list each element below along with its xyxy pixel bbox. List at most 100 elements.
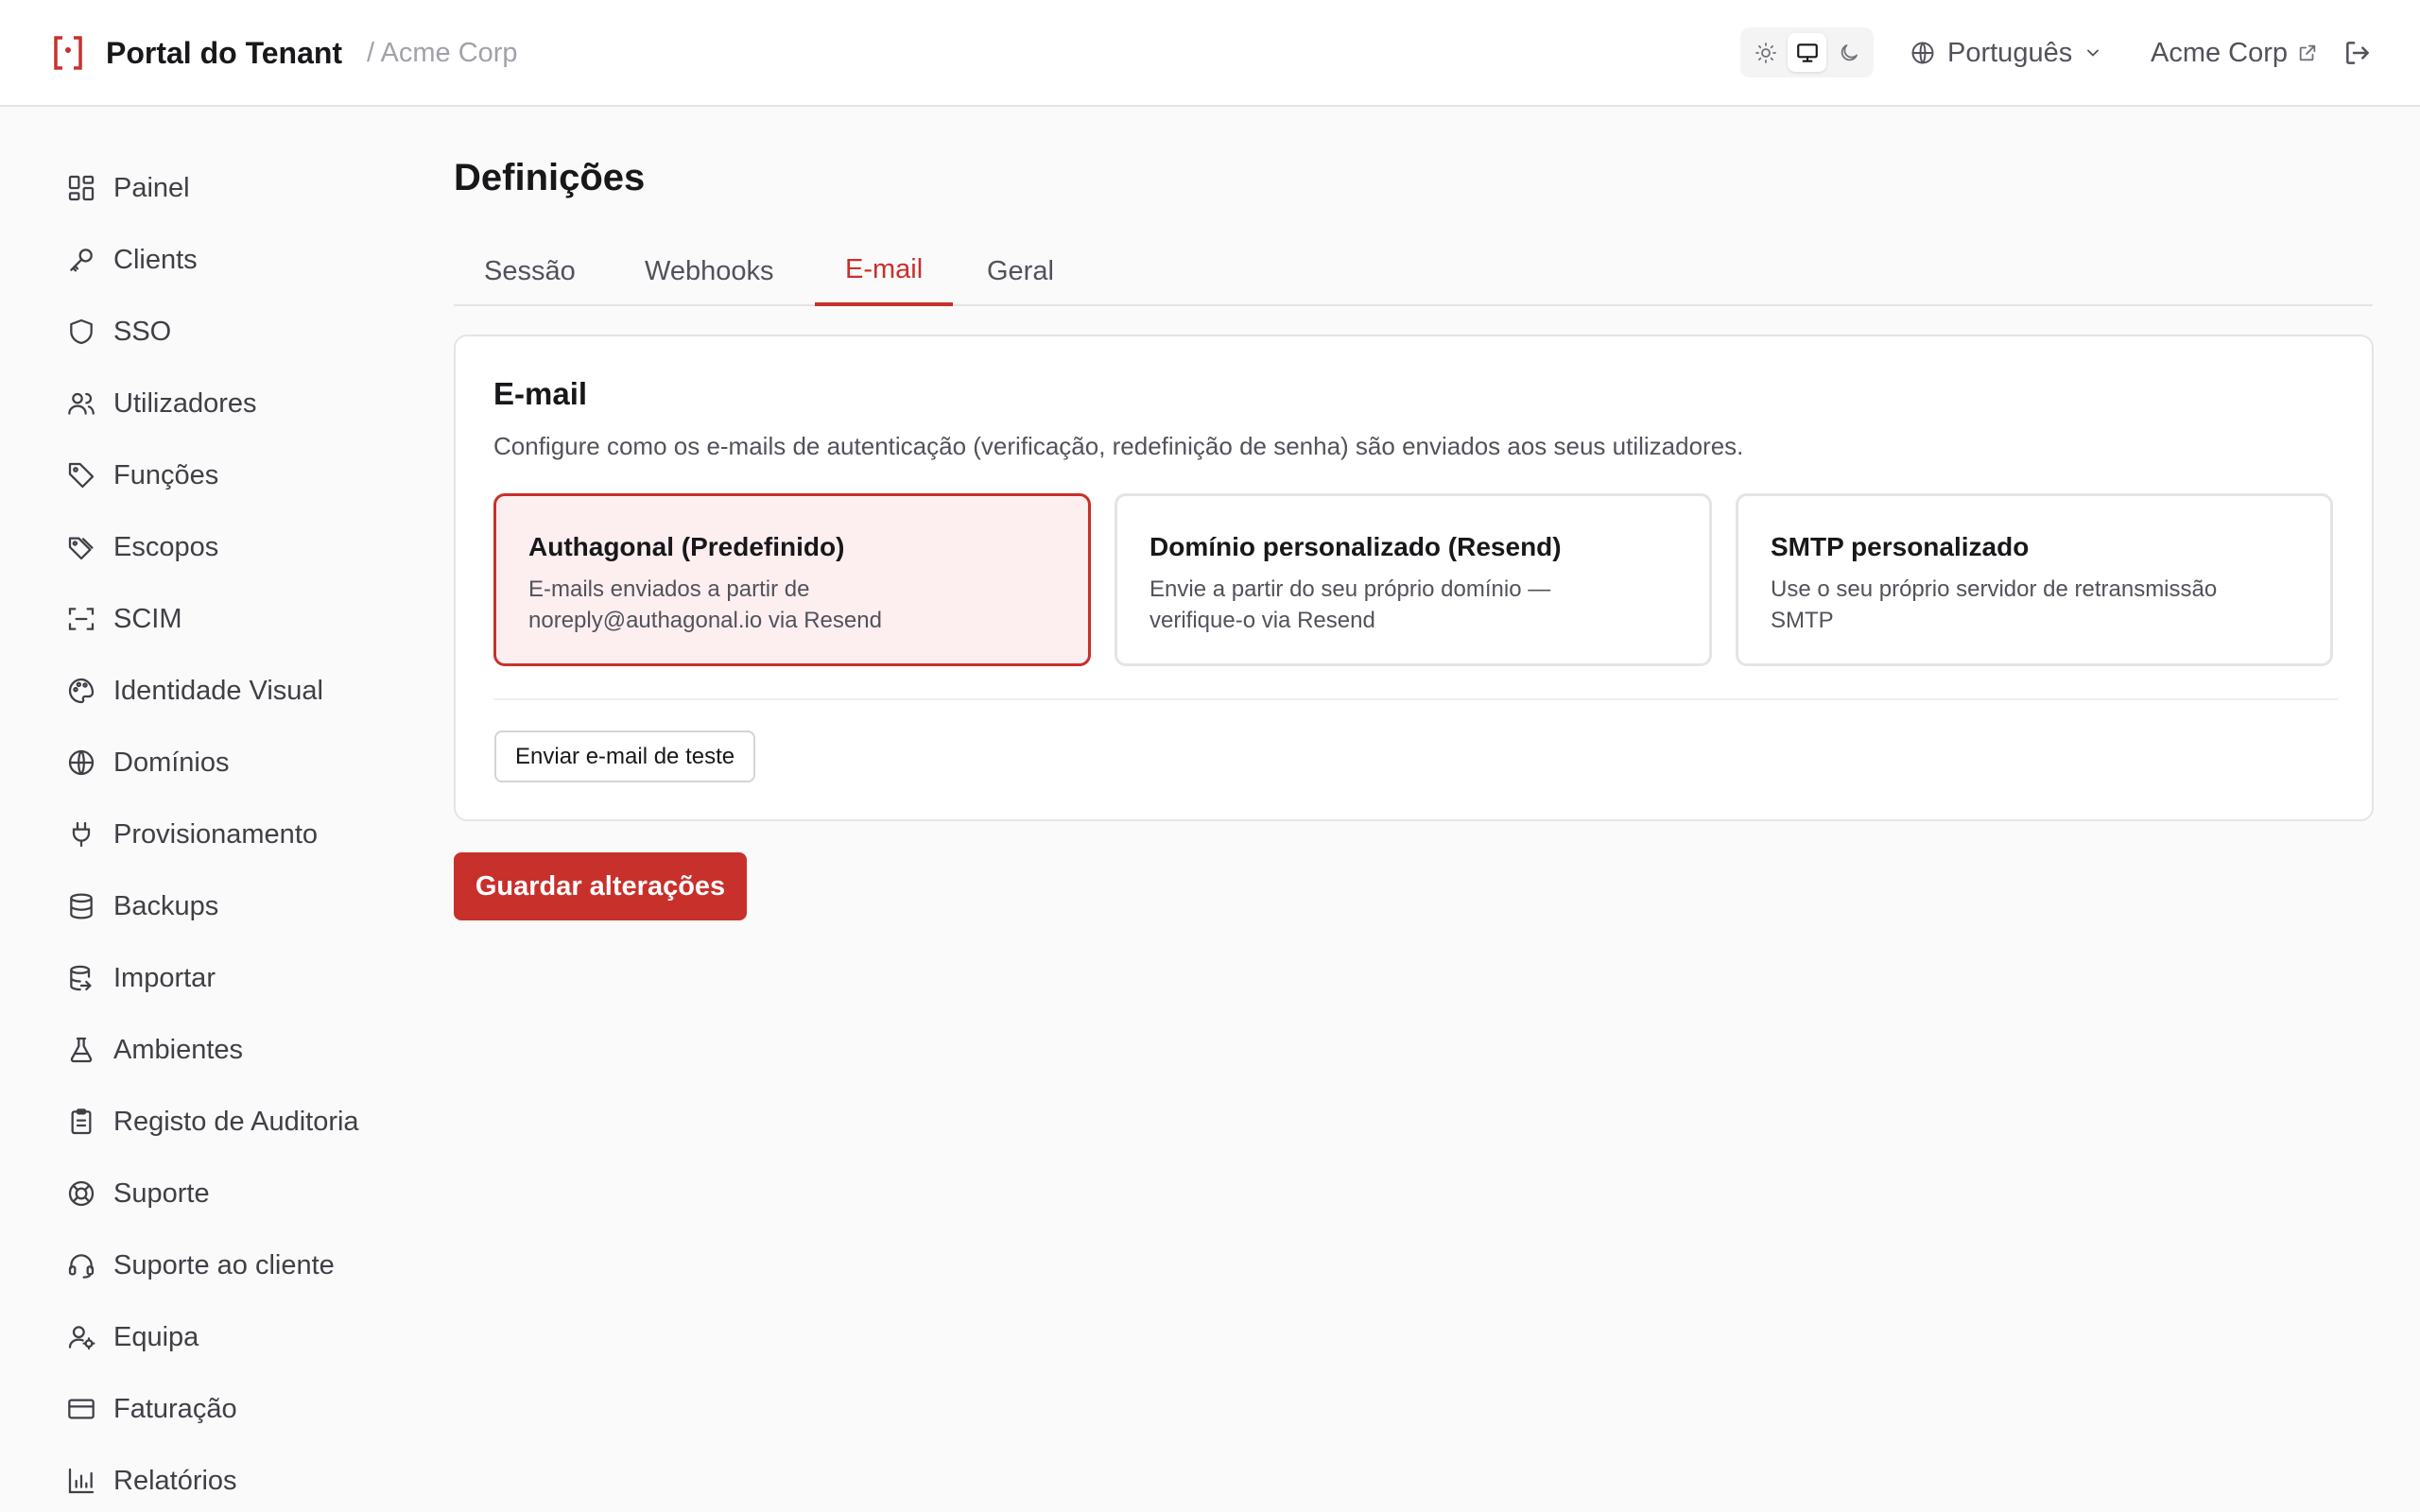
option-description: Use o seu próprio servidor de retransmis… — [1771, 574, 2298, 636]
option-description-line: noreply@authagonal.io via Resend — [528, 608, 882, 633]
sidebar-item-identidade-visual[interactable]: Identidade Visual — [66, 664, 406, 717]
sidebar-item-label: Suporte — [113, 1177, 210, 1209]
chevron-down-icon — [2087, 49, 2100, 57]
settings-tabs: Sessão Webhooks E-mail Geral — [454, 236, 2373, 306]
monitor-icon — [1796, 43, 1818, 62]
sidebar-item-dominios[interactable]: Domínios — [66, 736, 406, 789]
sidebar-item-scim[interactable]: SCIM — [66, 593, 406, 645]
sidebar-item-label: Domínios — [113, 747, 230, 778]
sidebar-item-label: Registo de Auditoria — [113, 1106, 359, 1137]
sidebar-item-label: Utilizadores — [113, 387, 257, 419]
sidebar-item-label: Equipa — [113, 1321, 199, 1352]
sidebar-item-equipa[interactable]: Equipa — [66, 1311, 406, 1364]
sidebar-item-faturacao[interactable]: Faturação — [66, 1383, 406, 1435]
sidebar-item-utilizadores[interactable]: Utilizadores — [66, 377, 406, 430]
card-description: Configure como os e-mails de autenticaçã… — [493, 432, 1744, 460]
option-description: Envie a partir do seu próprio domínio — … — [1150, 574, 1677, 636]
sidebar-item-suporte-cliente[interactable]: Suporte ao cliente — [66, 1239, 406, 1292]
sidebar-item-label: Painel — [113, 172, 190, 203]
sidebar-item-label: SCIM — [113, 603, 182, 634]
card-title: E-mail — [493, 376, 588, 411]
divider — [493, 698, 2338, 700]
top-bar: Portal do Tenant / Acme Corp Português A… — [0, 0, 2420, 107]
save-changes-button[interactable]: Guardar alterações — [454, 852, 747, 920]
tab-email[interactable]: E-mail — [815, 236, 954, 306]
option-title: Authagonal (Predefinido) — [528, 532, 845, 561]
clipboard-icon — [71, 1108, 92, 1135]
brand-tenant: / Acme Corp — [367, 38, 518, 68]
database-icon — [70, 893, 93, 919]
user-cog-icon — [68, 1326, 95, 1350]
option-custom-domain-resend[interactable]: Domínio personalizado (Resend) Envie a p… — [1115, 493, 1712, 666]
sidebar-item-registo-auditoria[interactable]: Registo de Auditoria — [66, 1095, 406, 1148]
sidebar-item-label: Funções — [113, 459, 219, 490]
sidebar-item-provisionamento[interactable]: Provisionamento — [66, 808, 406, 861]
palette-icon — [68, 678, 95, 704]
sidebar-item-sso[interactable]: SSO — [66, 305, 406, 358]
language-selector[interactable]: Português — [1910, 32, 2102, 74]
dashboard-icon — [68, 175, 95, 201]
sidebar-item-painel[interactable]: Painel — [66, 162, 406, 215]
globe-icon — [1911, 42, 1934, 64]
option-description-line: Use o seu próprio servidor de retransmis… — [1771, 576, 2218, 602]
sidebar-item-ambientes[interactable]: Ambientes — [66, 1023, 406, 1076]
tab-webhooks[interactable]: Webhooks — [614, 236, 804, 306]
option-description-line: Envie a partir do seu próprio domínio — — [1150, 576, 1551, 602]
option-title: SMTP personalizado — [1771, 532, 2030, 561]
option-description: E-mails enviados a partir de noreply@aut… — [528, 574, 1056, 636]
sidebar-item-label: Importar — [113, 962, 216, 993]
page-title: Definições — [454, 157, 646, 198]
option-description-line: SMTP — [1771, 608, 1834, 633]
key-icon — [70, 249, 93, 272]
bar-chart-icon — [68, 1468, 95, 1494]
sidebar-item-label: Clients — [113, 244, 198, 275]
theme-toggle — [1740, 27, 1874, 77]
sidebar-item-funcoes[interactable]: Funções — [66, 449, 406, 502]
sidebar-item-label: Suporte ao cliente — [113, 1249, 335, 1280]
sidebar-item-label: Relatórios — [113, 1465, 237, 1496]
headset-icon — [68, 1254, 95, 1279]
sidebar: Painel Clients SSO Utilizadores Funções … — [0, 109, 416, 1512]
brand-title: Portal do Tenant — [106, 36, 343, 70]
theme-system-button[interactable] — [1788, 33, 1826, 72]
option-custom-smtp[interactable]: SMTP personalizado Use o seu próprio ser… — [1736, 493, 2333, 666]
tag-icon — [68, 462, 95, 489]
sun-icon — [1754, 42, 1776, 63]
lifebuoy-icon — [68, 1180, 95, 1207]
moon-icon — [1841, 43, 1858, 60]
sidebar-item-label: Backups — [113, 890, 219, 921]
sidebar-item-escopos[interactable]: Escopos — [66, 521, 406, 574]
tab-sessao[interactable]: Sessão — [454, 236, 606, 306]
sidebar-item-clients[interactable]: Clients — [66, 233, 406, 286]
sidebar-item-suporte[interactable]: Suporte — [66, 1167, 406, 1220]
theme-light-button[interactable] — [1746, 33, 1785, 72]
plug-icon — [72, 821, 91, 848]
sidebar-item-label: SSO — [113, 316, 172, 347]
bracket-dot-logo — [54, 36, 82, 70]
database-import-icon — [70, 965, 92, 991]
email-settings-card: E-mail Configure como os e-mails de aute… — [454, 335, 2374, 821]
sidebar-item-label: Identidade Visual — [113, 675, 323, 706]
external-link-icon — [2299, 44, 2316, 61]
tenant-external-link[interactable]: Acme Corp — [2151, 32, 2318, 74]
theme-dark-button[interactable] — [1829, 33, 1868, 72]
sidebar-item-importar[interactable]: Importar — [66, 952, 406, 1005]
sidebar-item-label: Faturação — [113, 1393, 237, 1424]
sidebar-item-label: Escopos — [113, 531, 219, 562]
scan-icon — [68, 608, 95, 630]
globe-icon — [68, 749, 95, 776]
option-title: Domínio personalizado (Resend) — [1150, 532, 1562, 561]
option-authagonal-default[interactable]: Authagonal (Predefinido) E-mails enviado… — [493, 493, 1091, 666]
logout-icon[interactable] — [2342, 38, 2373, 68]
users-icon — [68, 392, 95, 415]
sidebar-item-label: Ambientes — [113, 1034, 244, 1065]
credit-card-icon — [68, 1399, 95, 1419]
tab-geral[interactable]: Geral — [957, 236, 1084, 306]
shield-icon — [70, 318, 93, 345]
option-description-line: verifique-o via Resend — [1150, 608, 1375, 633]
sidebar-item-relatorios[interactable]: Relatórios — [66, 1454, 406, 1507]
send-test-email-button[interactable]: Enviar e-mail de teste — [494, 730, 756, 782]
sidebar-item-backups[interactable]: Backups — [66, 880, 406, 933]
option-description-line: E-mails enviados a partir de — [528, 576, 810, 602]
tenant-link-label: Acme Corp — [2151, 37, 2289, 68]
